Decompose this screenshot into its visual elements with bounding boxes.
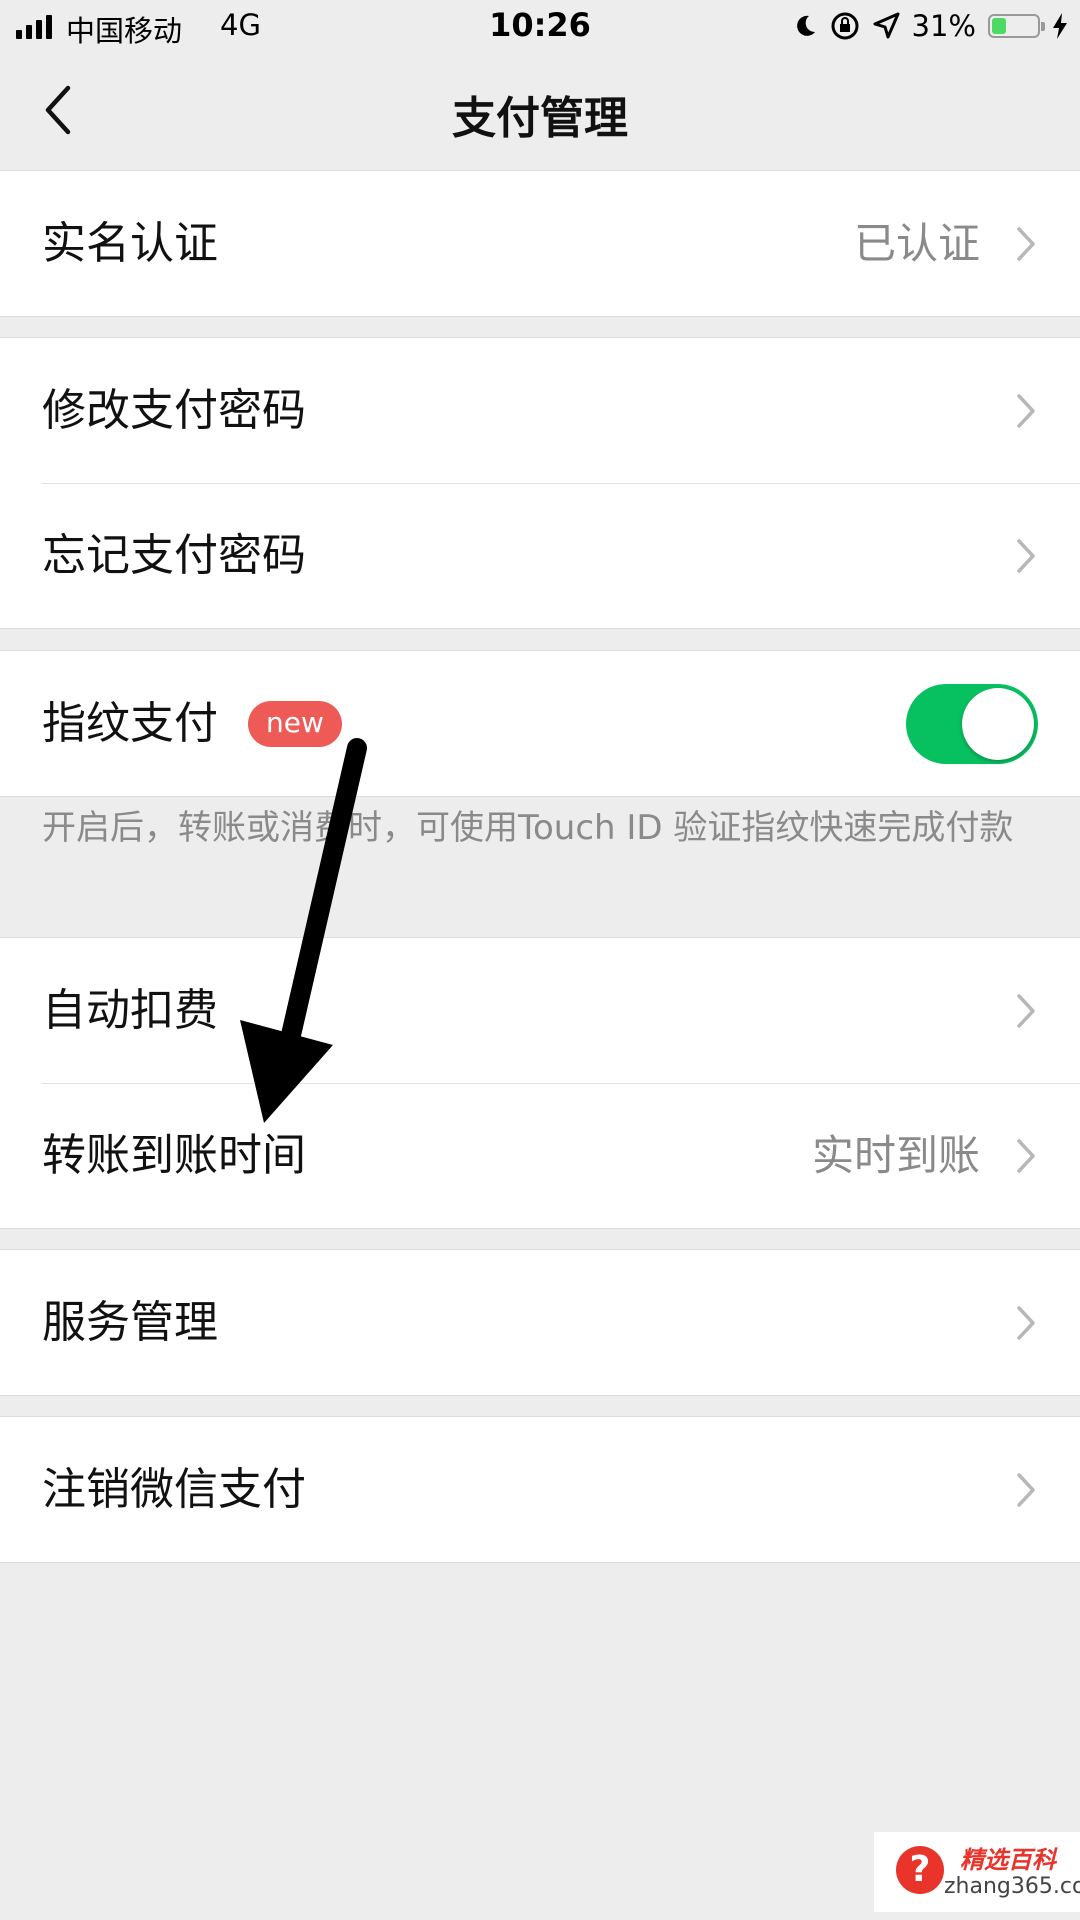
cell-label: 指纹支付 [42,698,218,749]
charging-bolt-icon [1053,13,1067,39]
chevron-right-icon [1017,539,1035,573]
group-fingerprint: 指纹支付 new [0,650,1080,797]
chevron-right-icon [1017,227,1035,261]
chevron-right-icon [1017,1473,1035,1507]
location-arrow-icon [873,12,900,39]
cell-auto-deduct[interactable]: 自动扣费 [0,938,1080,1083]
chevron-right-icon [1017,394,1035,428]
status-right-group: 31% [792,8,1068,44]
page-title: 支付管理 [452,93,628,144]
cell-label: 实名认证 [42,218,218,269]
group-cancel: 注销微信支付 [0,1416,1080,1563]
watermark-domain: zhang365.com [944,1874,1080,1899]
cell-cancel-wechat-pay[interactable]: 注销微信支付 [0,1417,1080,1562]
cell-fingerprint-pay: 指纹支付 new [0,651,1080,796]
cell-label: 修改支付密码 [42,385,306,436]
chevron-right-icon [1017,994,1035,1028]
fingerprint-toggle[interactable] [906,684,1038,764]
cell-label: 自动扣费 [42,985,218,1036]
group-transfer: 自动扣费 转账到账时间 实时到账 [0,937,1080,1229]
new-badge: new [248,701,342,747]
chevron-right-icon [1017,1306,1035,1340]
battery-percent: 31% [911,9,976,43]
cell-forgot-password[interactable]: 忘记支付密码 [0,483,1080,628]
cell-label: 服务管理 [42,1297,218,1348]
cell-value: 已认证 [853,219,980,268]
status-bar: 中国移动 4G 10:26 31% [0,0,1080,54]
cell-transfer-arrival-time[interactable]: 转账到账时间 实时到账 [0,1083,1080,1228]
chevron-right-icon [1017,1139,1035,1173]
cell-label: 忘记支付密码 [42,530,306,581]
group-password: 修改支付密码 忘记支付密码 [0,337,1080,629]
battery-icon [988,14,1045,38]
cell-realname[interactable]: 实名认证 已认证 [0,171,1080,316]
navigation-bar: 支付管理 [0,54,1080,170]
question-mark-icon: ? [896,1846,944,1894]
cell-label: 转账到账时间 [42,1130,306,1181]
cell-label: 注销微信支付 [42,1464,306,1515]
fingerprint-note: 开启后，转账或消费时，可使用Touch ID 验证指纹快速完成付款 [42,808,1014,848]
watermark: ? 精选百科 zhang365.com [874,1832,1080,1912]
group-service: 服务管理 [0,1249,1080,1396]
cell-change-password[interactable]: 修改支付密码 [0,338,1080,483]
cell-value: 实时到账 [811,1131,980,1180]
toggle-knob [962,688,1034,760]
moon-icon [796,15,815,36]
watermark-brand: 精选百科 [960,1846,1056,1874]
group-realname: 实名认证 已认证 [0,170,1080,317]
cell-service-management[interactable]: 服务管理 [0,1250,1080,1395]
rotation-lock-icon [831,12,859,40]
